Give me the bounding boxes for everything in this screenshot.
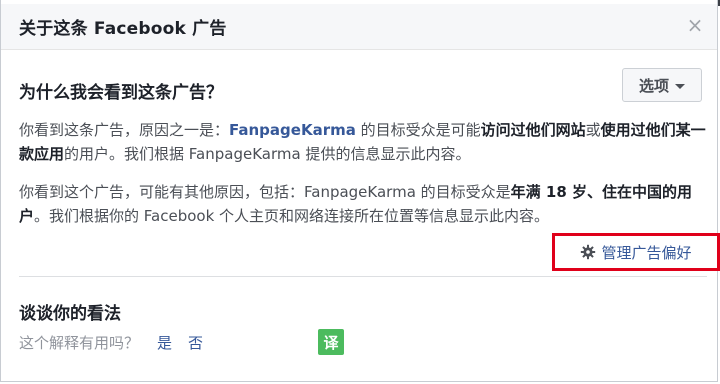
reason1-text-2: 的目标受众是可能 — [355, 121, 481, 139]
reason1-bold-1: 访问过他们网站 — [480, 121, 586, 139]
reason2-text-1: 你看到这个广告，可能有其他原因，包括：FanpageKarma 的目标受众是 — [19, 183, 511, 201]
close-icon[interactable]: × — [685, 15, 705, 35]
feedback-question: 这个解释有用吗？ — [19, 333, 140, 352]
reason-paragraph-1: 你看到这条广告，原因之一是：FanpageKarma 的目标受众是可能访问过他们… — [19, 118, 709, 166]
reason-paragraph-2: 你看到这个广告，可能有其他原因，包括：FanpageKarma 的目标受众是年满… — [19, 180, 709, 228]
feedback-title: 谈谈你的看法 — [19, 304, 121, 324]
no-link[interactable]: 否 — [188, 332, 203, 353]
reason2-text-2: 。我们根据你的 Facebook 个人主页和网络连接所在位置等信息显示此内容。 — [34, 207, 550, 225]
feedback-row: 这个解释有用吗？ 是 否 — [19, 331, 203, 353]
dialog-title: 关于这条 Facebook 广告 — [19, 19, 227, 39]
reason1-text-4: 的用户。我们根据 FanpageKarma 提供的信息显示此内容。 — [64, 145, 471, 163]
reason1-text-3: 或 — [585, 121, 601, 139]
yes-link[interactable]: 是 — [157, 332, 172, 353]
gear-icon — [581, 244, 596, 260]
reason1-text-1: 你看到这条广告，原因之一是： — [19, 121, 230, 139]
section-divider — [19, 276, 707, 277]
options-label: 选项 — [638, 76, 669, 95]
ad-info-dialog: 关于这条 Facebook 广告 × 为什么我会看到这条广告？ 选项 你看到这条… — [0, 0, 720, 382]
manage-label: 管理广告偏好 — [601, 243, 692, 262]
why-title: 为什么我会看到这条广告？ — [19, 83, 223, 103]
translate-icon[interactable]: 译 — [318, 329, 344, 355]
dialog-header: 关于这条 Facebook 广告 × — [1, 4, 717, 50]
page-link[interactable]: FanpageKarma — [229, 121, 356, 139]
options-button[interactable]: 选项 — [622, 68, 702, 102]
manage-ad-preferences-link[interactable]: 管理广告偏好 — [552, 233, 720, 271]
chevron-down-icon — [675, 83, 685, 89]
